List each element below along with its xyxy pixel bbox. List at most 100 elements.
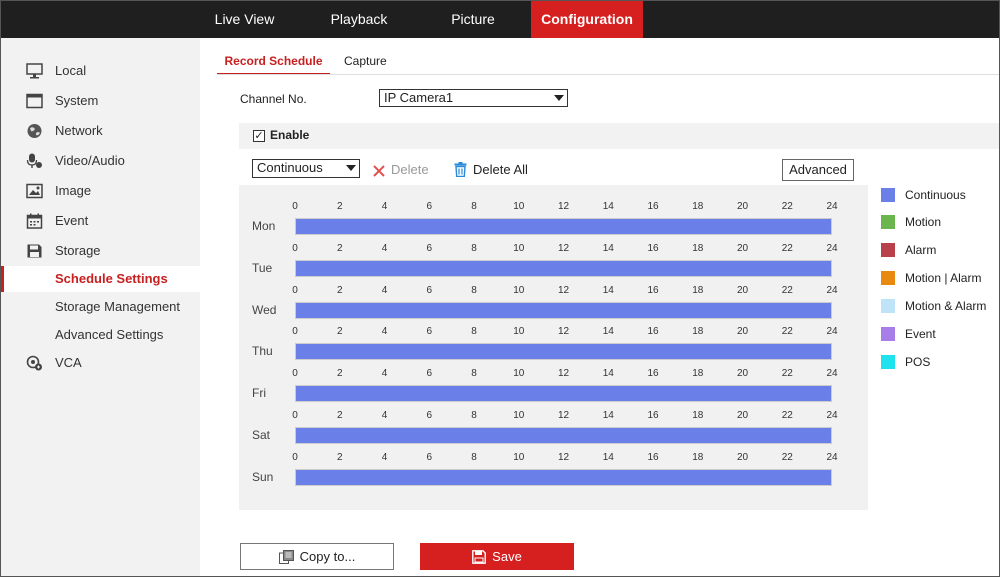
- schedule-bar[interactable]: [295, 301, 832, 319]
- hour-tick-label: 10: [513, 201, 525, 212]
- hour-tick-label: 14: [602, 201, 614, 212]
- record-type-select[interactable]: Continuous: [252, 159, 360, 178]
- hour-tick-label: 22: [781, 284, 793, 296]
- schedule-grid: 0 2 4 6 8 10 12 14 16 18 20 22 24 Mon 0 2 4 6 8 10 12 14 16 18 2…: [239, 185, 868, 510]
- copy-to-label: Copy to...: [299, 549, 356, 564]
- hour-tick-label: 4: [381, 242, 388, 254]
- channel-label: Channel No.: [240, 92, 307, 106]
- hour-tick-label: 2: [336, 410, 343, 421]
- hour-tick-label: 0: [292, 242, 298, 254]
- day-label: Fri: [252, 386, 266, 401]
- hour-tick-label: 0: [292, 284, 298, 296]
- schedule-bar[interactable]: [295, 259, 832, 277]
- schedule-bar[interactable]: [295, 218, 832, 235]
- delete-button[interactable]: Delete: [373, 162, 429, 177]
- day-label: Sat: [252, 428, 271, 442]
- hour-tick-label: 20: [736, 242, 749, 254]
- tab-picture[interactable]: Picture: [429, 1, 517, 38]
- hour-tick-label: 12: [557, 451, 570, 463]
- channel-select[interactable]: IP Camera1: [379, 89, 568, 107]
- tab-configuration[interactable]: Configuration: [531, 1, 643, 38]
- save-label: Save: [492, 549, 522, 564]
- hour-tick-label: 4: [381, 326, 388, 338]
- schedule-bar[interactable]: [295, 343, 832, 361]
- legend-swatch: [881, 271, 895, 285]
- delete-all-button[interactable]: Delete All: [454, 162, 528, 177]
- hour-tick-label: 20: [736, 368, 749, 380]
- enable-checkbox[interactable]: ✓: [253, 130, 265, 142]
- hour-tick-row: 0 2 4 6 8 10 12 14 16 18 20 22 24: [239, 410, 868, 422]
- hour-tick-label: 8: [471, 368, 477, 380]
- hour-tick-label: 2: [336, 451, 343, 463]
- sidebar-item-storage-management[interactable]: Storage Management: [1, 294, 200, 320]
- hour-tick-label: 18: [692, 368, 704, 380]
- sidebar-item-schedule-settings[interactable]: Schedule Settings: [1, 266, 200, 292]
- hour-tick-label: 8: [471, 451, 477, 463]
- delete-label: Delete: [391, 162, 429, 177]
- hour-tick-label: 14: [602, 410, 614, 421]
- divider: [217, 74, 999, 75]
- hour-tick-label: 18: [692, 284, 704, 296]
- legend-label: Event: [905, 327, 936, 341]
- window-icon: [26, 93, 43, 109]
- hour-tick-label: 20: [736, 284, 749, 296]
- hour-tick-label: 16: [647, 451, 659, 463]
- legend-swatch: [881, 188, 895, 202]
- hour-tick-row: 0 2 4 6 8 10 12 14 16 18 20 22 24: [239, 243, 868, 255]
- hour-tick-label: 24: [826, 451, 838, 463]
- tab-live-view[interactable]: Live View: [196, 1, 293, 38]
- tab-record-schedule[interactable]: Record Schedule: [217, 50, 330, 75]
- hour-tick-label: 4: [381, 451, 388, 463]
- hour-tick-label: 8: [471, 242, 477, 254]
- tab-playback[interactable]: Playback: [313, 1, 405, 38]
- sidebar-item-storage[interactable]: Storage: [1, 238, 200, 264]
- hour-tick-label: 12: [557, 242, 570, 254]
- hour-tick-label: 4: [381, 284, 388, 296]
- hour-tick-label: 16: [647, 201, 659, 212]
- hour-tick-row: 0 2 4 6 8 10 12 14 16 18 20 22 24: [239, 285, 868, 297]
- delete-all-label: Delete All: [473, 162, 528, 177]
- hour-tick-label: 16: [647, 368, 659, 380]
- legend-label: Motion: [905, 215, 942, 229]
- sidebar-item-image[interactable]: Image: [1, 178, 200, 204]
- hour-tick-label: 20: [736, 326, 749, 338]
- hour-tick-label: 18: [692, 326, 704, 338]
- advanced-button[interactable]: Advanced: [782, 159, 854, 181]
- legend-label: Alarm: [905, 243, 937, 257]
- copy-icon: [278, 550, 294, 564]
- save-button[interactable]: Save: [420, 543, 574, 570]
- hour-tick-label: 2: [336, 201, 343, 212]
- schedule-bar[interactable]: [295, 468, 832, 486]
- legend-label: Continuous: [905, 188, 966, 202]
- legend-swatch: [881, 355, 895, 369]
- sidebar-item-vca[interactable]: VCA: [1, 350, 200, 376]
- sidebar-item-system[interactable]: System: [1, 88, 200, 114]
- sidebar-item-label: VCA: [55, 355, 82, 370]
- sidebar-item-event[interactable]: Event: [1, 208, 200, 234]
- hour-tick-label: 18: [692, 451, 704, 463]
- tab-capture[interactable]: Capture: [344, 50, 387, 75]
- hour-tick-label: 2: [336, 368, 343, 380]
- sidebar-item-local[interactable]: Local: [1, 58, 200, 84]
- hour-tick-label: 2: [336, 242, 343, 254]
- sidebar-item-network[interactable]: Network: [1, 118, 200, 144]
- copy-to-button[interactable]: Copy to...: [240, 543, 394, 570]
- hour-tick-label: 20: [736, 410, 749, 421]
- legend-label: Motion | Alarm: [905, 271, 982, 285]
- hour-tick-label: 12: [557, 201, 570, 212]
- sidebar-item-advanced-settings[interactable]: Advanced Settings: [1, 322, 200, 348]
- hour-tick-label: 2: [336, 326, 343, 338]
- schedule-bar[interactable]: [295, 427, 832, 444]
- hour-tick-label: 10: [513, 451, 525, 463]
- day-label: Wed: [252, 302, 277, 317]
- schedule-bar[interactable]: [295, 385, 832, 403]
- trash-icon: [454, 162, 467, 177]
- hour-tick-label: 22: [781, 242, 793, 254]
- hour-tick-label: 14: [602, 368, 614, 380]
- sidebar-item-video-audio[interactable]: Video/Audio: [1, 148, 200, 174]
- hour-tick-label: 14: [602, 326, 614, 338]
- calendar-icon: [26, 213, 43, 229]
- hour-tick-label: 6: [426, 242, 433, 254]
- mic-icon: [26, 153, 42, 168]
- hour-tick-label: 0: [292, 326, 298, 338]
